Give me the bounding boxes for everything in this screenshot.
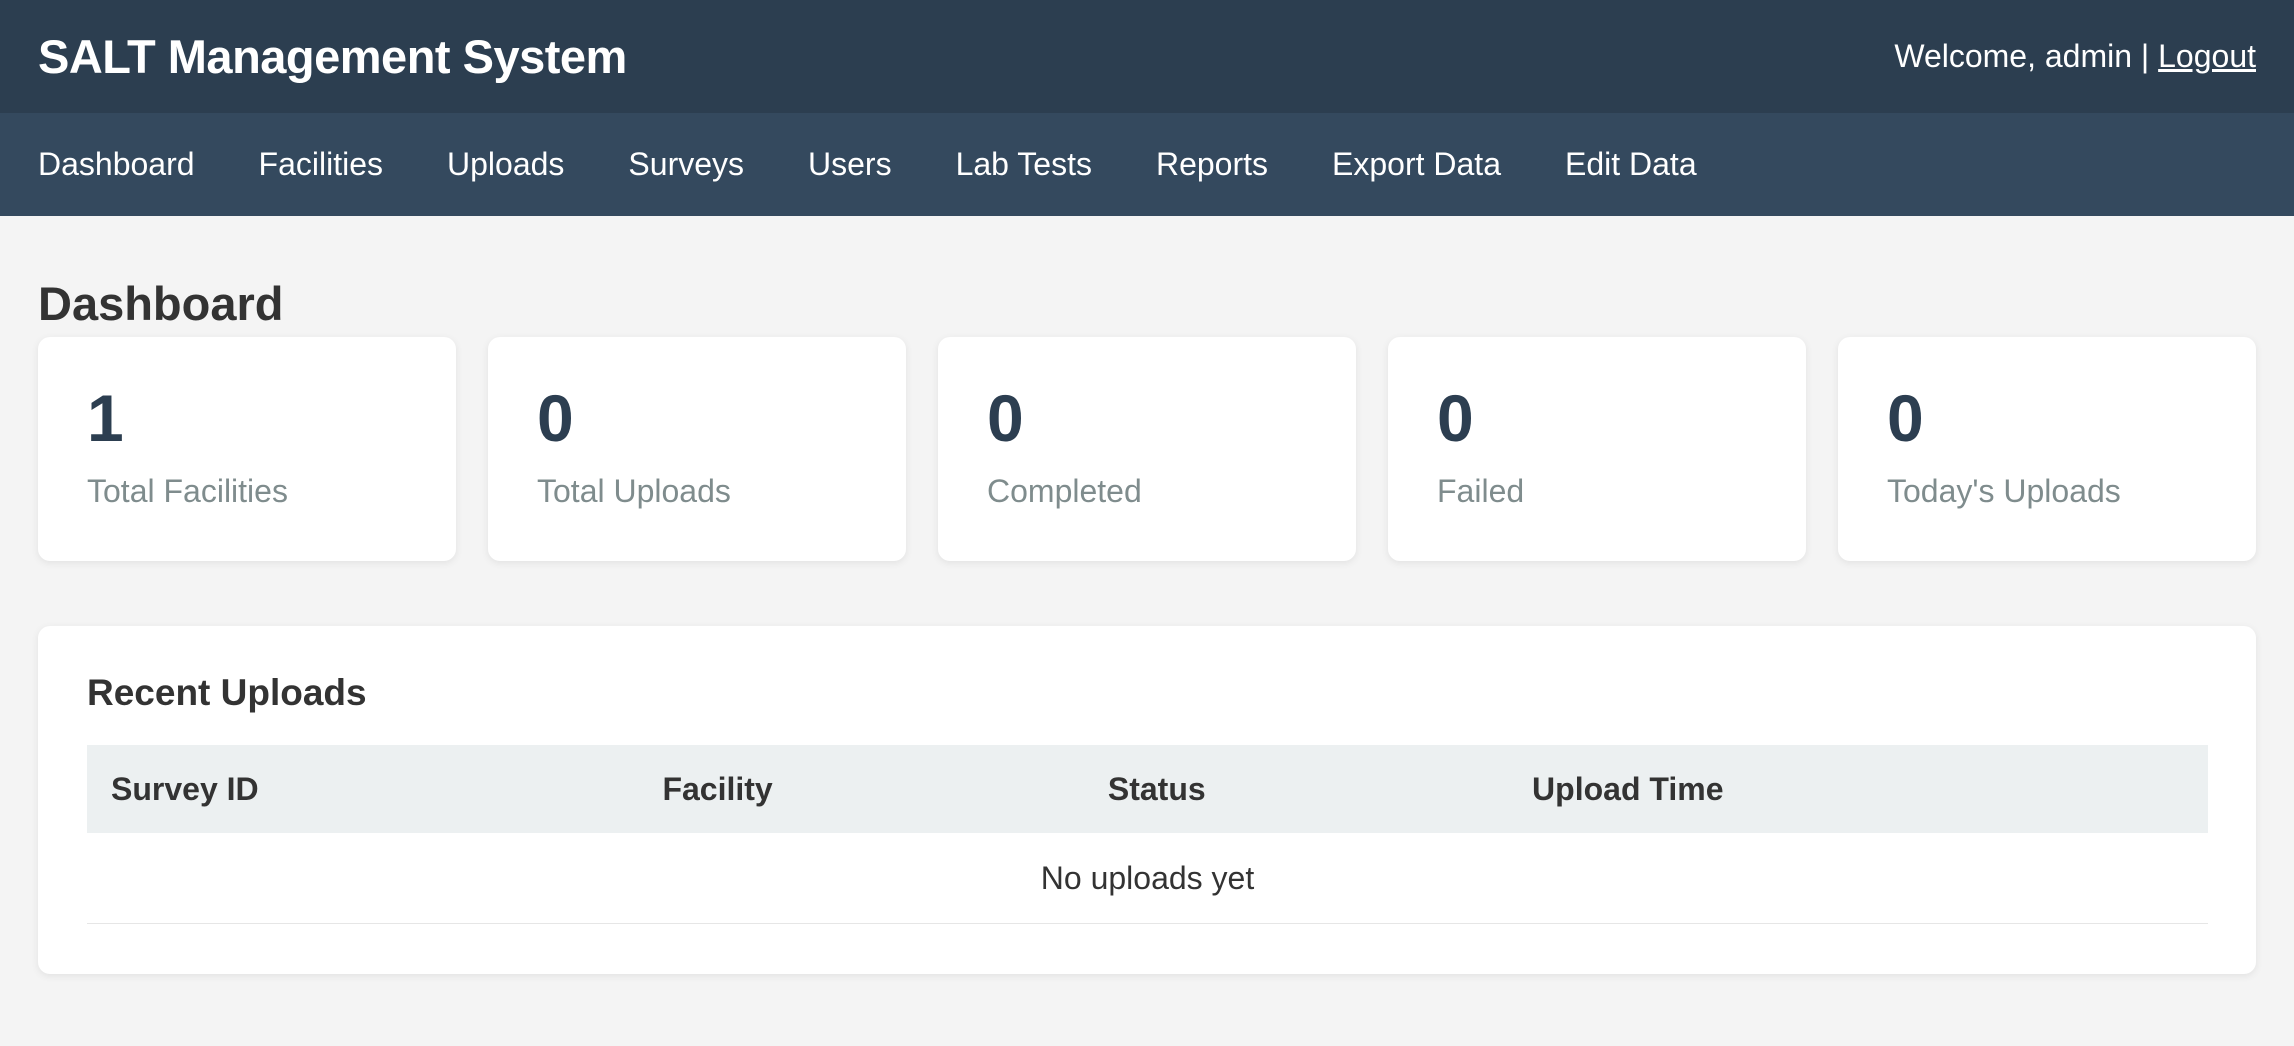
stat-card-completed: 0 Completed — [938, 337, 1356, 561]
column-header-status: Status — [1083, 745, 1509, 833]
empty-table-message: No uploads yet — [87, 833, 2208, 924]
stat-value: 0 — [537, 381, 574, 455]
main-content: Dashboard 1 Total Facilities 0 Total Upl… — [0, 216, 2294, 974]
stat-label: Today's Uploads — [1887, 473, 2121, 509]
table-header-row: Survey ID Facility Status Upload Time — [87, 745, 2208, 833]
column-header-survey-id: Survey ID — [87, 745, 639, 833]
top-header: SALT Management System Welcome, admin | … — [0, 0, 2294, 113]
nav-item-lab-tests[interactable]: Lab Tests — [956, 146, 1092, 183]
nav-item-facilities[interactable]: Facilities — [259, 146, 383, 183]
stat-value: 0 — [1437, 381, 1474, 455]
stat-card-total-facilities: 1 Total Facilities — [38, 337, 456, 561]
stat-value: 1 — [87, 381, 124, 455]
stat-label: Total Facilities — [87, 473, 288, 509]
stats-row: 1 Total Facilities 0 Total Uploads 0 Com… — [38, 337, 2256, 561]
recent-uploads-panel: Recent Uploads Survey ID Facility Status… — [38, 626, 2256, 974]
stat-card-total-uploads: 0 Total Uploads — [488, 337, 906, 561]
welcome-text: Welcome, admin | — [1894, 38, 2150, 74]
nav-item-export-data[interactable]: Export Data — [1332, 146, 1501, 183]
stat-card-todays-uploads: 0 Today's Uploads — [1838, 337, 2256, 561]
column-header-facility: Facility — [638, 745, 1084, 833]
stat-label: Failed — [1437, 473, 1525, 509]
nav-item-users[interactable]: Users — [808, 146, 892, 183]
recent-uploads-title: Recent Uploads — [87, 672, 367, 713]
stat-card-failed: 0 Failed — [1388, 337, 1806, 561]
nav-item-surveys[interactable]: Surveys — [628, 146, 744, 183]
nav-item-edit-data[interactable]: Edit Data — [1565, 146, 1697, 183]
stat-label: Total Uploads — [537, 473, 731, 509]
app-title: SALT Management System — [38, 30, 627, 83]
nav-item-dashboard[interactable]: Dashboard — [38, 146, 195, 183]
logout-link[interactable]: Logout — [2158, 38, 2256, 74]
stat-value: 0 — [987, 381, 1024, 455]
page-title: Dashboard — [38, 277, 284, 330]
table-row: No uploads yet — [87, 833, 2208, 924]
recent-uploads-table: Survey ID Facility Status Upload Time No… — [87, 745, 2208, 924]
main-nav: Dashboard Facilities Uploads Surveys Use… — [0, 113, 2294, 216]
nav-item-uploads[interactable]: Uploads — [447, 146, 564, 183]
stat-value: 0 — [1887, 381, 1924, 455]
stat-label: Completed — [987, 473, 1142, 509]
column-header-upload-time: Upload Time — [1508, 745, 2208, 833]
user-area: Welcome, admin | Logout — [1894, 38, 2256, 75]
nav-item-reports[interactable]: Reports — [1156, 146, 1268, 183]
